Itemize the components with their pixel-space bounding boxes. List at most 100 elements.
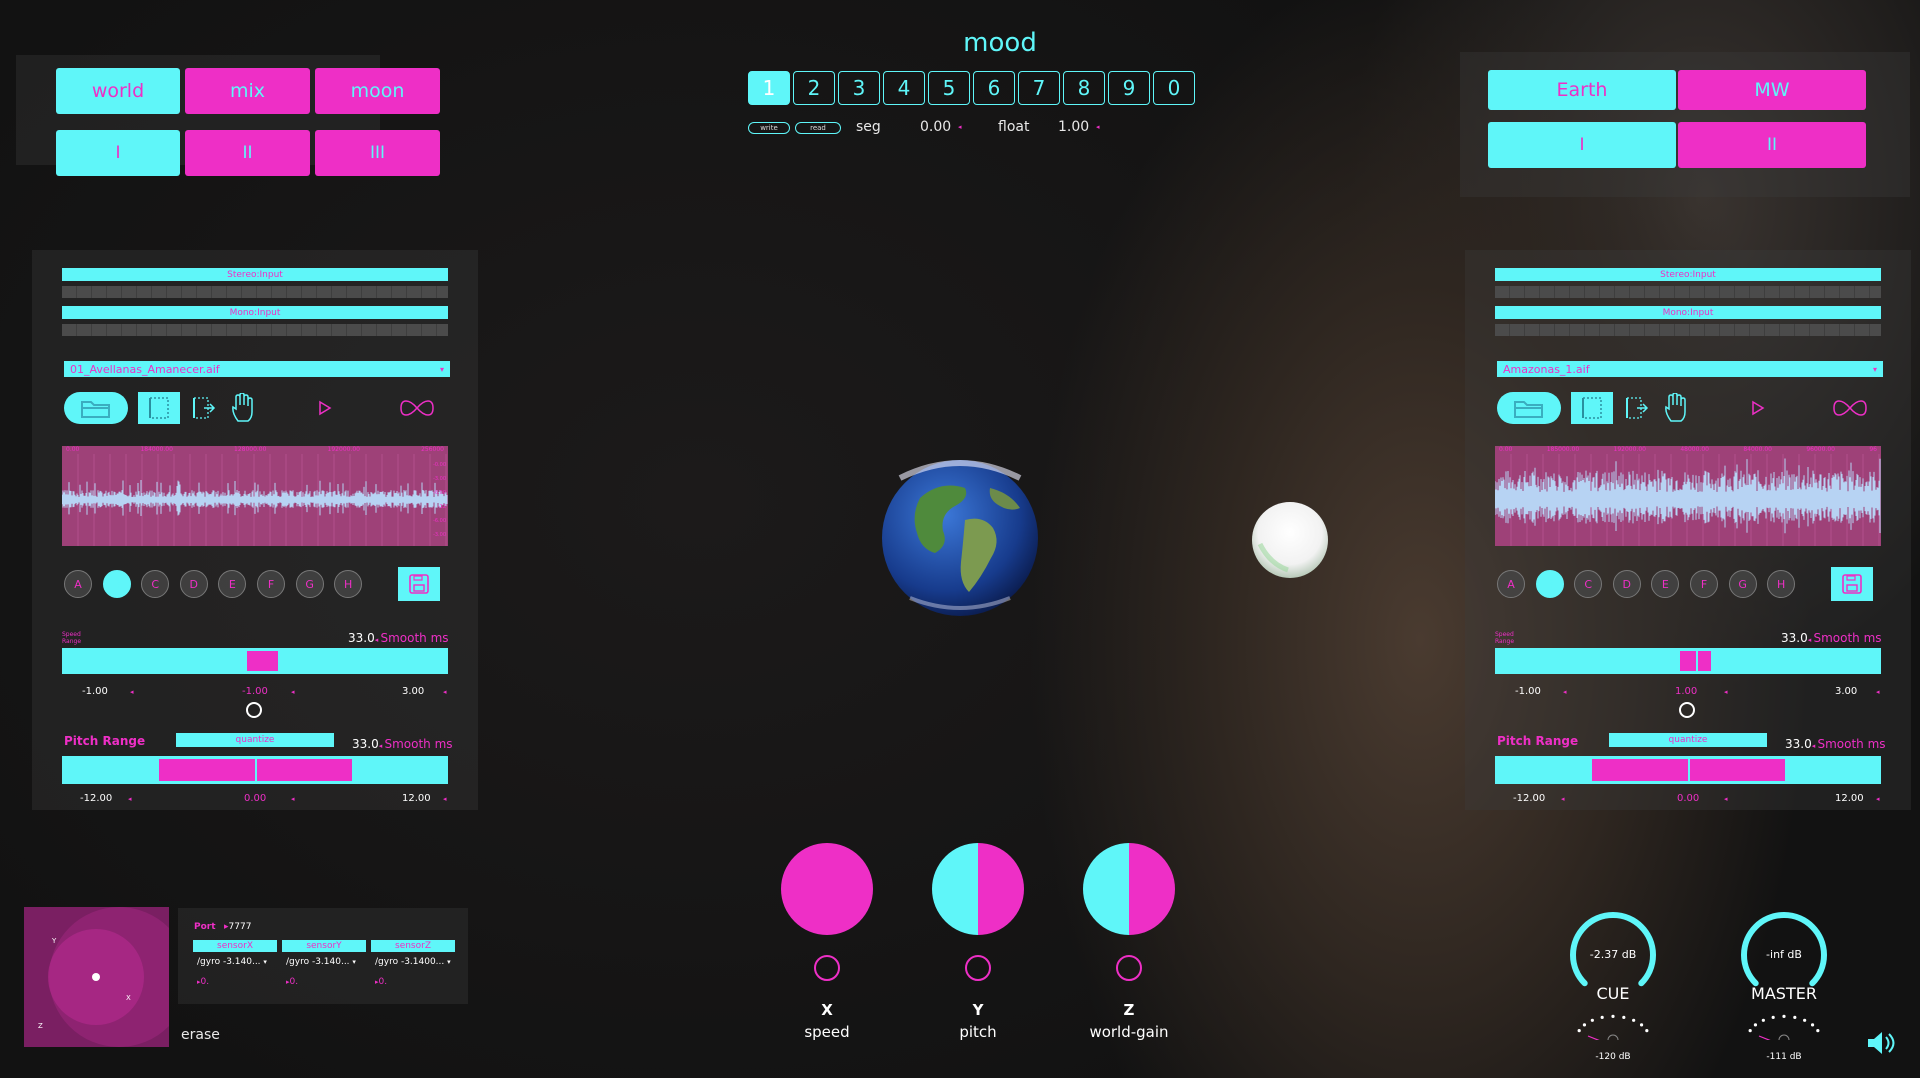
right-select-button[interactable] <box>1571 392 1613 424</box>
right-key-a-button[interactable]: A <box>1497 570 1525 598</box>
moon-sphere[interactable] <box>1250 500 1330 580</box>
scene-i-button[interactable]: I <box>56 130 180 176</box>
left-key-h-button[interactable]: H <box>334 570 363 598</box>
right-pitch-val[interactable]: 0.00 <box>1677 793 1699 804</box>
left-key-b-button[interactable]: B <box>102 570 131 598</box>
scene-ii-button[interactable]: II <box>185 130 310 176</box>
right-play-button[interactable] <box>1743 392 1773 424</box>
xy-pad[interactable]: Y X Z <box>24 907 189 1047</box>
left-play-button[interactable] <box>310 392 340 424</box>
scene-earth-button[interactable]: Earth <box>1488 70 1676 110</box>
right-speed-val[interactable]: 1.00 <box>1675 686 1697 697</box>
left-loop-button[interactable] <box>396 392 438 424</box>
scene-right-ii-button[interactable]: II <box>1678 122 1866 168</box>
right-mono-input-button[interactable]: Mono:Input <box>1495 306 1881 319</box>
scene-iii-button[interactable]: III <box>315 130 440 176</box>
left-key-g-button[interactable]: G <box>295 570 324 598</box>
scene-mw-button[interactable]: MW <box>1678 70 1866 110</box>
left-speed-min[interactable]: -1.00 <box>82 686 108 697</box>
preset-button-8[interactable]: 8 <box>1063 71 1105 105</box>
left-jump-button[interactable] <box>184 392 224 424</box>
sensor-z-button[interactable]: sensorZ <box>371 940 455 952</box>
preset-button-3[interactable]: 3 <box>838 71 880 105</box>
scene-mix-button[interactable]: mix <box>185 68 310 114</box>
preset-button-0[interactable]: 0 <box>1153 71 1195 105</box>
sensor-z-address[interactable]: /gyro -3.1400... ▾ <box>375 957 451 967</box>
left-pitch-min[interactable]: -12.00 <box>80 793 112 804</box>
right-key-c-button[interactable]: C <box>1574 570 1603 598</box>
right-key-d-button[interactable]: D <box>1612 570 1641 598</box>
scene-right-i-button[interactable]: I <box>1488 122 1676 168</box>
sensor-x-value[interactable]: ▸0. <box>197 977 209 987</box>
xyz-pitch-toggle[interactable] <box>965 955 991 981</box>
sensor-x-button[interactable]: sensorX <box>193 940 277 952</box>
read-button[interactable]: read <box>795 122 841 134</box>
right-pitch-min[interactable]: -12.00 <box>1513 793 1545 804</box>
right-key-f-button[interactable]: F <box>1690 570 1718 598</box>
right-file-dropdown[interactable]: Amazonas_1.aif ▾ <box>1497 361 1883 377</box>
scene-moon-button[interactable]: moon <box>315 68 440 114</box>
speaker-icon[interactable] <box>1866 1030 1896 1056</box>
left-speed-reset-button[interactable] <box>246 702 262 718</box>
xyz-pitch-indicator[interactable] <box>930 841 1026 937</box>
right-key-h-button[interactable]: H <box>1767 570 1796 598</box>
left-hand-button[interactable] <box>224 392 264 424</box>
preset-button-9[interactable]: 9 <box>1108 71 1150 105</box>
right-folder-button[interactable] <box>1497 392 1561 424</box>
seg-value[interactable]: 0.00 <box>920 119 951 135</box>
left-key-f-button[interactable]: F <box>257 570 285 598</box>
right-stereo-input-button[interactable]: Stereo:Input <box>1495 268 1881 281</box>
left-save-button[interactable] <box>398 567 440 601</box>
left-speed-smooth[interactable]: 33.0◂ Smooth ms <box>348 631 449 645</box>
left-file-dropdown[interactable]: 01_Avellanas_Amanecer.aif ▾ <box>64 361 450 377</box>
left-speed-max[interactable]: 3.00 <box>402 686 424 697</box>
xyz-speed-toggle[interactable] <box>814 955 840 981</box>
left-stereo-input-button[interactable]: Stereo:Input <box>62 268 448 281</box>
sensor-x-address[interactable]: /gyro -3.140... ▾ <box>197 957 267 967</box>
right-waveform[interactable]: 0.00 185000.00 192000.00 48000.00 84000.00 96… <box>1495 446 1881 546</box>
right-key-b-button[interactable]: B <box>1535 570 1564 598</box>
preset-button-7[interactable]: 7 <box>1018 71 1060 105</box>
right-jump-button[interactable] <box>1617 392 1657 424</box>
right-pitch-smooth[interactable]: 33.0◂ Smooth ms <box>1785 737 1886 751</box>
right-hand-button[interactable] <box>1657 392 1697 424</box>
left-folder-button[interactable] <box>64 392 128 424</box>
xyz-world-gain-indicator[interactable] <box>1081 841 1177 937</box>
erase-button[interactable]: erase <box>181 1027 220 1043</box>
port-value[interactable]: ▸7777 <box>224 922 251 932</box>
preset-button-6[interactable]: 6 <box>973 71 1015 105</box>
right-loop-button[interactable] <box>1829 392 1871 424</box>
preset-button-2[interactable]: 2 <box>793 71 835 105</box>
slider-thumb[interactable] <box>247 651 279 671</box>
left-speed-slider[interactable] <box>62 648 448 674</box>
sensor-z-value[interactable]: ▸0. <box>375 977 387 987</box>
left-waveform[interactable]: 0.00 184000.00 128000.00 192000.00 256000 -0.… <box>62 446 448 546</box>
left-pitch-max[interactable]: 12.00 <box>402 793 431 804</box>
right-save-button[interactable] <box>1831 567 1873 601</box>
right-quantize-button[interactable]: quantize <box>1609 733 1767 747</box>
right-key-g-button[interactable]: G <box>1728 570 1757 598</box>
cue-gain-scale[interactable] <box>1568 1000 1658 1040</box>
scene-world-button[interactable]: world <box>56 68 180 114</box>
xyz-world-gain-toggle[interactable] <box>1116 955 1142 981</box>
left-pitch-smooth[interactable]: 33.0◂ Smooth ms <box>352 737 453 751</box>
right-pitch-max[interactable]: 12.00 <box>1835 793 1864 804</box>
right-speed-smooth[interactable]: 33.0◂ Smooth ms <box>1781 631 1882 645</box>
left-speed-val[interactable]: -1.00 <box>242 686 268 697</box>
right-speed-slider[interactable] <box>1495 648 1881 674</box>
left-pitch-slider[interactable] <box>62 756 448 784</box>
left-select-button[interactable] <box>138 392 180 424</box>
preset-button-5[interactable]: 5 <box>928 71 970 105</box>
preset-button-1[interactable]: 1 <box>748 71 790 105</box>
left-quantize-button[interactable]: quantize <box>176 733 334 747</box>
xyz-speed-indicator[interactable] <box>779 841 875 937</box>
earth-globe[interactable] <box>880 458 1040 618</box>
right-pitch-slider[interactable] <box>1495 756 1881 784</box>
left-key-c-button[interactable]: C <box>141 570 170 598</box>
master-gain-scale[interactable] <box>1739 1000 1829 1040</box>
right-speed-max[interactable]: 3.00 <box>1835 686 1857 697</box>
sensor-y-button[interactable]: sensorY <box>282 940 366 952</box>
float-value[interactable]: 1.00 <box>1058 119 1089 135</box>
left-key-d-button[interactable]: D <box>179 570 208 598</box>
left-mono-input-button[interactable]: Mono:Input <box>62 306 448 319</box>
